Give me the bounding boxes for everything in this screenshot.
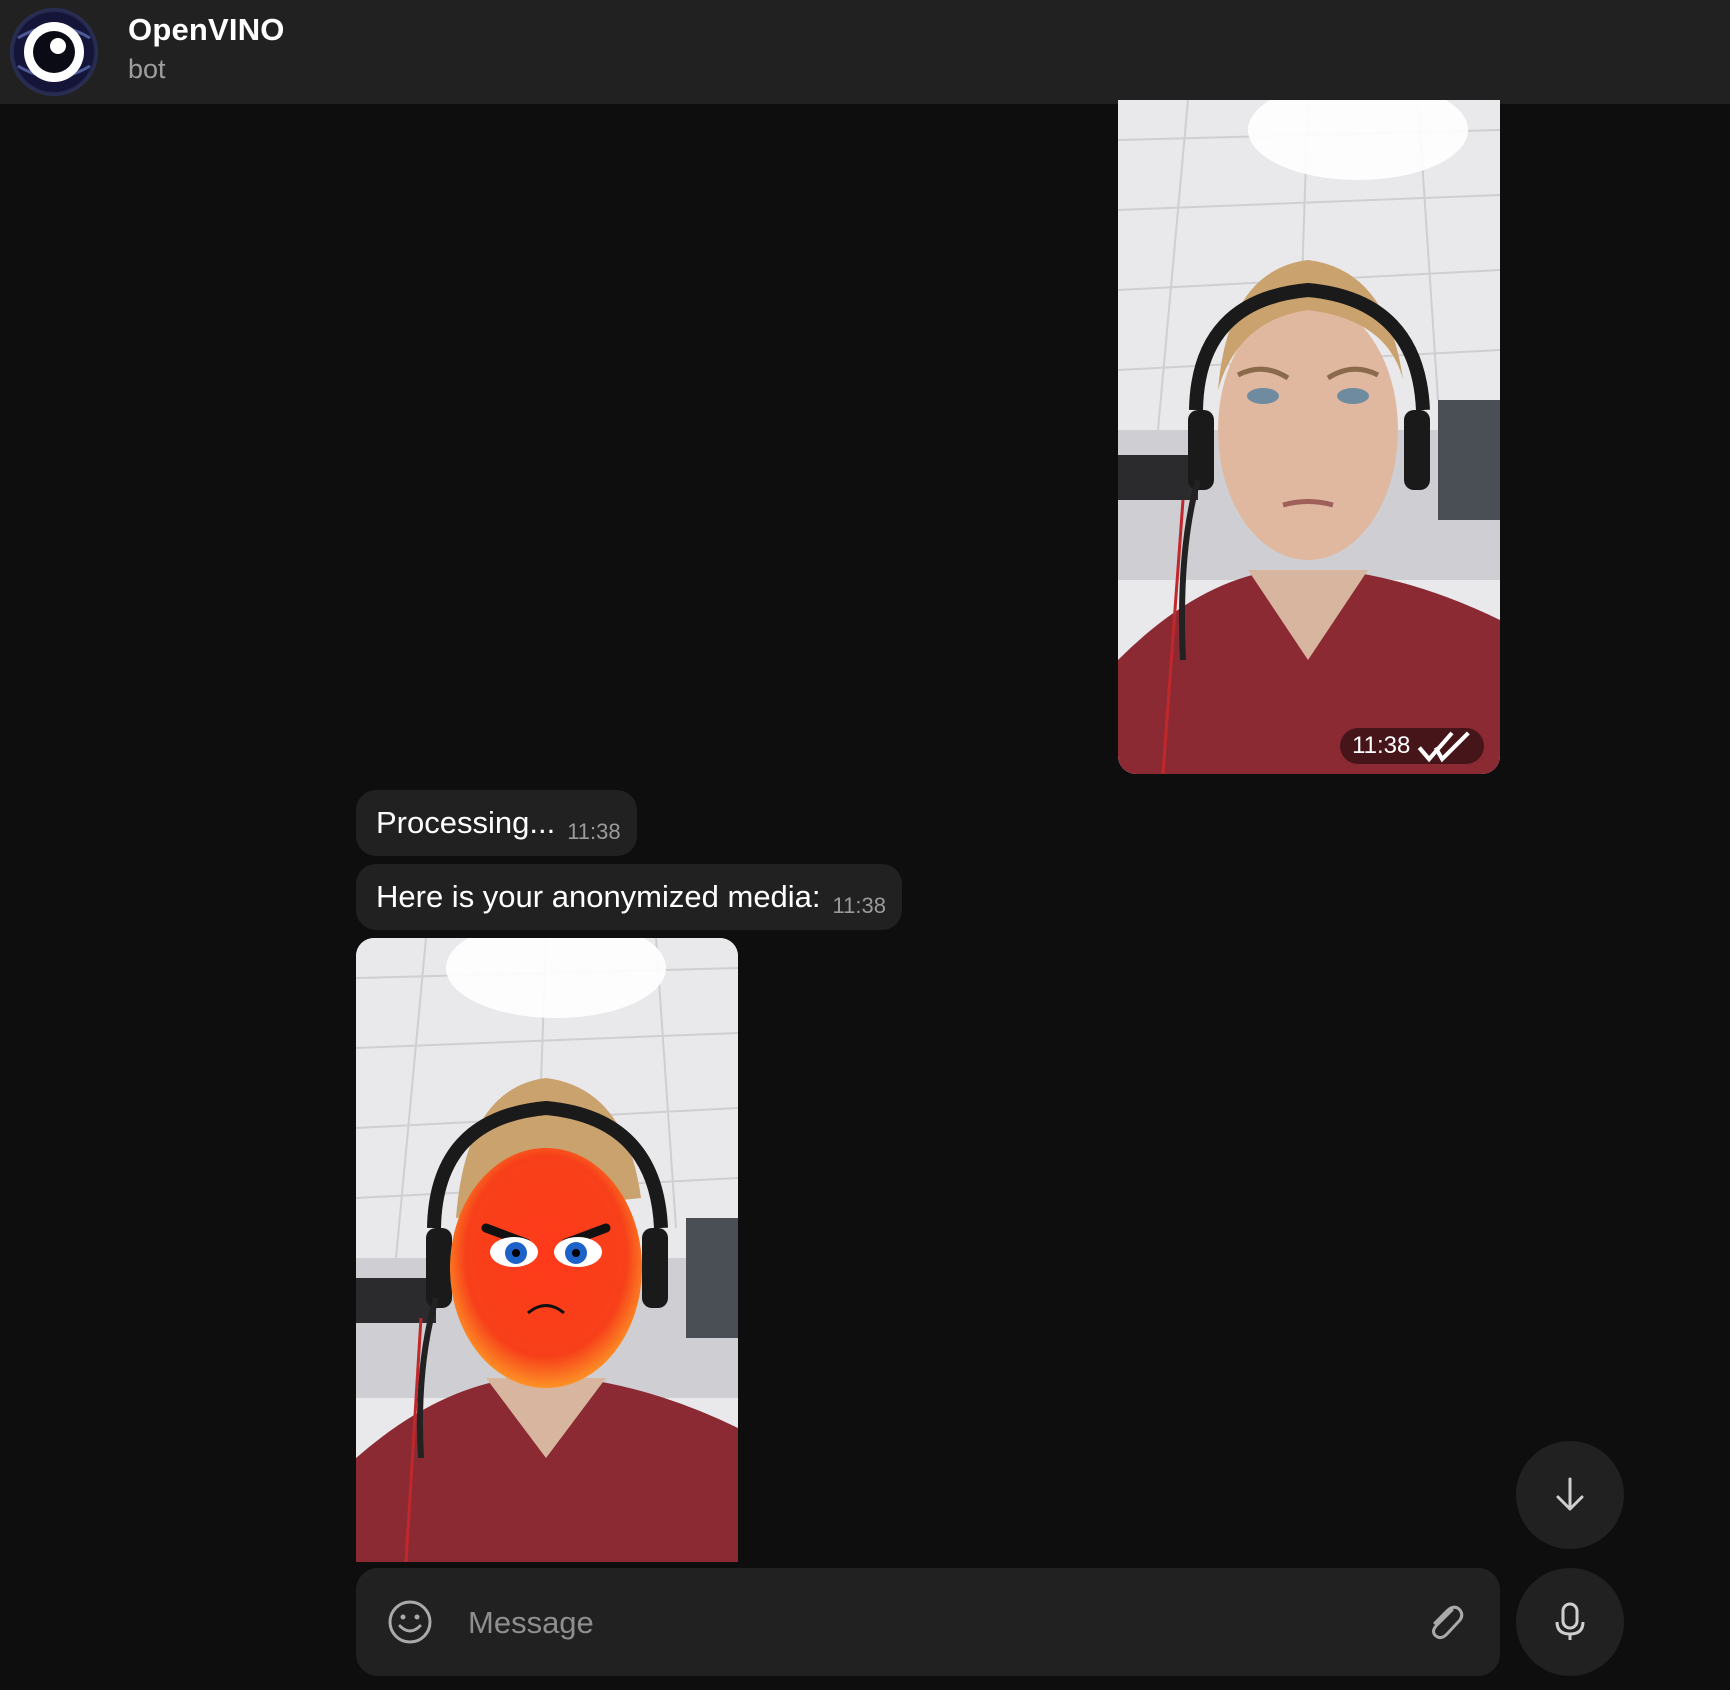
anonymized-photo [356, 938, 738, 1562]
incoming-text-message[interactable]: Processing... 11:38 [356, 790, 637, 856]
scroll-down-button[interactable] [1516, 1441, 1624, 1549]
microphone-icon [1555, 1602, 1585, 1640]
outgoing-photo-message[interactable]: 11:38 [1118, 100, 1500, 774]
eye-logo-icon [14, 12, 94, 92]
chat-subtitle: bot [128, 54, 166, 84]
chat-header[interactable]: OpenVINO bot [0, 0, 1730, 104]
message-composer [356, 1568, 1500, 1676]
angry-face-emoji [450, 1148, 642, 1388]
incoming-text-message[interactable]: Here is your anonymized media: 11:38 [356, 864, 902, 930]
message-time: 11:38 [832, 893, 886, 918]
message-input[interactable] [466, 1594, 1350, 1652]
chat-title: OpenVINO [128, 12, 285, 47]
message-text: Here is your anonymized media: [376, 879, 821, 914]
paperclip-icon[interactable] [1422, 1598, 1470, 1646]
incoming-photo-message[interactable] [356, 938, 738, 1562]
voice-record-button[interactable] [1516, 1568, 1624, 1676]
message-text: Processing... [376, 805, 556, 840]
bot-avatar[interactable] [10, 8, 98, 96]
message-time: 11:38 [1352, 732, 1411, 759]
arrow-down-icon [1556, 1477, 1584, 1511]
double-check-icon [1418, 731, 1471, 763]
photo-timestamp: 11:38 [1340, 728, 1484, 764]
selfie-photo [1118, 100, 1500, 774]
message-time: 11:38 [567, 819, 621, 844]
smiley-icon[interactable] [386, 1598, 434, 1646]
